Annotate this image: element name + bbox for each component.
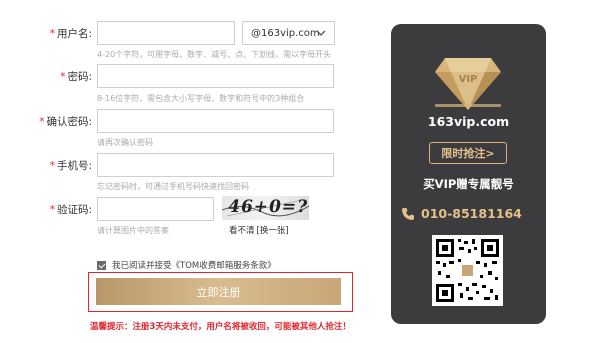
captcha-image[interactable]: 46+0=? [222, 196, 309, 220]
phone-input[interactable] [98, 155, 333, 178]
vip-slogan: 买VIP赠专属靓号 [423, 177, 514, 191]
register-button[interactable]: 立即注册 [96, 278, 341, 305]
required-mark: * [49, 204, 55, 216]
username-input[interactable] [98, 23, 234, 46]
vip-domain: 163vip.com [427, 114, 510, 129]
submit-highlight: 立即注册 [88, 272, 353, 312]
captcha-unclear-link[interactable]: 看不清 [229, 226, 255, 236]
captcha-refresh[interactable]: 看不清 [换一张] [229, 224, 289, 236]
confirm-password-field[interactable] [97, 109, 334, 134]
warning-text: 温馨提示：注册3天内未支付，用户名将被收回，可能被其他人抢注！ [90, 322, 351, 332]
confirm-password-input[interactable] [98, 111, 333, 134]
agreement-checkbox[interactable] [97, 260, 106, 270]
vip-promo-card: VIP 163vip.com 限时抢注> 买VIP赠专属靓号 010-85181… [391, 24, 546, 324]
captcha-label-text: 验证码: [56, 204, 92, 216]
vip-phone: 010-85181164 [401, 206, 522, 221]
captcha-label: * 验证码: [0, 202, 92, 217]
domain-select-value: @163vip.com [251, 27, 320, 39]
limited-offer-button[interactable]: 限时抢注> [429, 142, 507, 164]
diamond-vip-icon: VIP [435, 58, 501, 110]
required-mark: * [49, 160, 55, 172]
phone-icon [402, 207, 414, 220]
confirm-password-hint: 请再次确认密码 [97, 138, 153, 147]
qr-code [432, 235, 503, 306]
agreement-text: 我已阅读并接受 [112, 261, 172, 271]
username-label-text: 用户名: [56, 28, 92, 40]
vip-phone-number: 010-85181164 [421, 206, 522, 221]
phone-field[interactable] [97, 153, 334, 178]
password-label-text: 密码: [67, 71, 92, 83]
agreement-row: 我已阅读并接受 《TOM收费邮箱服务条款》 [97, 259, 276, 271]
username-hint: 4-20个字符，可用字母、数字、减号、点、下划线，需以字母开头 [97, 50, 332, 59]
password-hint: 8-16位字符，需包含大小写字母、数字和符号中的3种组合 [97, 94, 305, 103]
phone-label-text: 手机号: [56, 160, 92, 172]
terms-link[interactable]: 《TOM收费邮箱服务条款》 [172, 259, 276, 271]
required-mark: * [49, 28, 55, 40]
chevron-down-icon [316, 30, 326, 36]
domain-select[interactable]: @163vip.com [242, 21, 335, 45]
captcha-hint: 请计算图片中的答案 [97, 226, 169, 235]
confirm-password-label-text: 确认密码: [46, 116, 92, 128]
captcha-refresh-link[interactable]: [换一张] [257, 226, 289, 236]
captcha-field[interactable] [97, 197, 214, 222]
captcha-text: 46+0=? [226, 197, 309, 217]
required-mark: * [39, 116, 45, 128]
phone-hint: 忘记密码时，可通过手机号码快速找回密码 [97, 182, 249, 191]
captcha-input[interactable] [98, 199, 213, 222]
required-mark: * [60, 71, 66, 83]
svg-text:VIP: VIP [459, 74, 478, 85]
password-input[interactable] [98, 66, 333, 89]
username-label: * 用户名: [0, 26, 92, 41]
password-label: * 密码: [0, 69, 92, 84]
password-field[interactable] [97, 64, 334, 89]
username-field[interactable] [97, 21, 235, 46]
phone-label: * 手机号: [0, 158, 92, 173]
confirm-password-label: * 确认密码: [0, 114, 92, 129]
